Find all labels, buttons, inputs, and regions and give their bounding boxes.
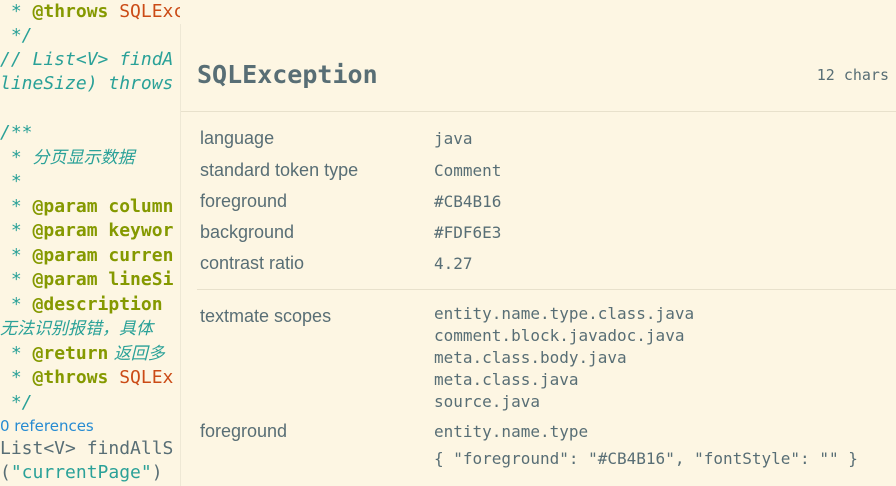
code-token: @param: [32, 245, 98, 266]
scope-item: entity.name.type.class.java: [434, 304, 695, 323]
code-token: *: [0, 245, 33, 266]
code-token: *: [0, 269, 33, 290]
code-line: 无法识别报错，具体: [0, 317, 153, 341]
code-token: *: [0, 343, 33, 364]
scope-item: source.java: [434, 392, 540, 411]
code-token: @param: [32, 220, 98, 241]
row-label-token-type: standard token type: [200, 160, 359, 180]
code-token: ): [151, 462, 163, 483]
row-value-language: java: [434, 129, 473, 148]
code-token: @return: [32, 343, 109, 364]
code-editor[interactable]: * @throws SQLException 数据库连接失败或者数据操作错误或者…: [0, 0, 180, 486]
code-line: List<V> findAllS: [0, 437, 173, 461]
code-token: lineSi: [97, 269, 174, 290]
code-line: * @param lineSi: [0, 268, 174, 292]
code-token: *: [0, 294, 33, 315]
code-line: * 分页显示数据: [0, 146, 135, 170]
row-label-foreground: foreground: [200, 191, 288, 211]
code-line: 0 references: [0, 414, 94, 438]
code-token: @param: [32, 269, 98, 290]
code-token: (: [0, 462, 11, 483]
code-token: @throws: [32, 367, 109, 388]
code-line: // List<V> findA: [0, 48, 173, 72]
token-name: SQLException: [197, 60, 378, 89]
code-token: @description: [32, 294, 163, 315]
divider: [197, 289, 896, 290]
row-value-foreground: #CB4B16: [434, 192, 502, 211]
inspector-header: SQLException 12 chars: [181, 24, 896, 112]
code-token: "currentPage": [10, 462, 152, 483]
foreground-rule-label: foreground: [200, 421, 288, 441]
row-value-token-type: Comment: [434, 161, 502, 180]
code-line: */: [0, 391, 33, 415]
code-line: * @throws SQLEx: [0, 366, 174, 390]
scopes-label: textmate scopes: [200, 306, 332, 326]
code-token: *: [0, 171, 22, 192]
code-token: column: [97, 196, 174, 217]
code-token: /**: [0, 122, 33, 143]
code-line: lineSize) throws: [0, 72, 173, 96]
code-line: */: [0, 24, 33, 48]
code-token: *: [0, 220, 33, 241]
code-token: List<V> findAllS: [0, 438, 174, 459]
token-length: 12 chars: [816, 66, 889, 84]
code-token: @throws: [32, 1, 109, 22]
code-token: SQLEx: [108, 367, 174, 388]
code-line: * @param column: [0, 195, 174, 219]
code-token: 无法识别报错，具体: [0, 319, 153, 339]
code-token: 返回多: [108, 344, 165, 364]
code-token: keywor: [97, 220, 174, 241]
code-line: /**: [0, 121, 33, 145]
code-lens-references[interactable]: 0 references: [0, 417, 94, 435]
code-token: lineSize) throws: [0, 73, 174, 94]
foreground-rule-json: { "foreground": "#CB4B16", "fontStyle": …: [434, 449, 858, 468]
row-label-contrast: contrast ratio: [200, 253, 305, 273]
code-line: * @param curren: [0, 244, 174, 268]
code-line: * @return 返回多: [0, 342, 165, 366]
code-token: *: [0, 1, 33, 22]
code-token: *: [0, 196, 33, 217]
row-label-background: background: [200, 222, 295, 242]
code-line: ("currentPage"): [0, 461, 163, 485]
code-line: * @throws SQLException 数据库连接失败或者数据操作错误或者…: [0, 0, 180, 24]
foreground-rule-scope: entity.name.type: [434, 422, 589, 441]
row-label-language: language: [200, 128, 275, 148]
scope-item: meta.class.body.java: [434, 348, 627, 367]
row-value-background: #FDF6E3: [434, 223, 502, 242]
code-token: // List<V> findA: [0, 49, 174, 70]
code-token: */: [0, 392, 33, 413]
code-token: curren: [97, 245, 174, 266]
code-line: *: [0, 170, 22, 194]
code-token: *: [0, 147, 33, 168]
code-token: @param: [32, 196, 98, 217]
code-line: * @description: [0, 293, 163, 317]
code-token: */: [0, 25, 33, 46]
row-value-contrast: 4.27: [434, 254, 473, 273]
token-inspector-hover: SQLException 12 chars language java stan…: [180, 24, 896, 486]
code-token: *: [0, 367, 33, 388]
scope-item: meta.class.java: [434, 370, 579, 389]
code-token: 分页显示数据: [32, 148, 135, 168]
code-token: SQLException: [119, 1, 180, 22]
code-line: * @param keywor: [0, 219, 174, 243]
scope-item: comment.block.javadoc.java: [434, 326, 685, 345]
